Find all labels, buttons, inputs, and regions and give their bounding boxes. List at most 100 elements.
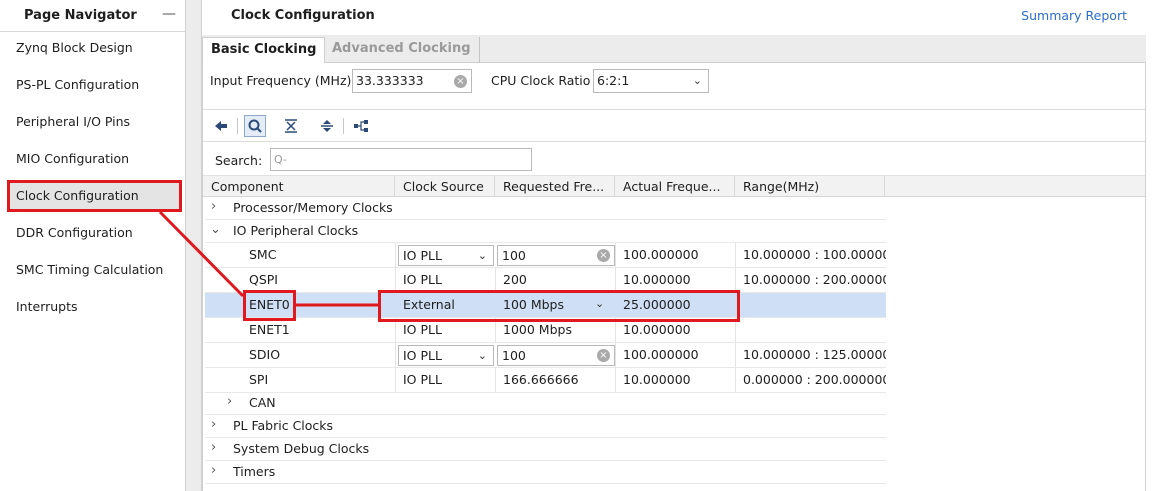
actual-frequency: 10.000000 xyxy=(623,372,691,387)
requested-frequency-value: 100 xyxy=(502,348,526,363)
basic-clocking-content: Input Frequency (MHz) 33.333333 × CPU Cl… xyxy=(202,63,1146,491)
expand-all-icon[interactable] xyxy=(316,115,338,137)
page-title: Clock Configuration xyxy=(231,8,375,23)
clear-icon[interactable]: × xyxy=(597,249,610,262)
nav-item-interrupts[interactable]: Interrupts xyxy=(8,293,180,321)
collapse-all-icon[interactable] xyxy=(280,115,302,137)
cell-divider xyxy=(615,243,616,267)
table-header: Component Clock Source Requested Fre... … xyxy=(203,175,1145,197)
table-row[interactable]: SPI IO PLL 166.666666 10.000000 0.000000… xyxy=(205,368,886,393)
range-value: 10.000000 : 200.000000 xyxy=(743,272,886,287)
row-component: ENET1 xyxy=(249,322,290,337)
table-row[interactable]: › Timers xyxy=(205,460,886,484)
actual-frequency: 100.000000 xyxy=(623,347,699,362)
nav-item-smc-timing-calculation[interactable]: SMC Timing Calculation xyxy=(8,256,180,284)
table-row[interactable]: › PL Fabric Clocks xyxy=(205,414,886,438)
navigator-header: Page Navigator — xyxy=(0,0,185,32)
navigator-title: Page Navigator xyxy=(24,8,137,23)
chevron-right-icon[interactable]: › xyxy=(211,196,216,220)
actual-frequency: 100.000000 xyxy=(623,247,699,262)
chevron-right-icon[interactable]: › xyxy=(211,437,216,461)
toolbar-separator xyxy=(343,118,344,134)
annotation-box-nav xyxy=(7,180,182,212)
cell-divider xyxy=(615,368,616,392)
panel-splitter[interactable] xyxy=(186,0,202,491)
row-component: SDIO xyxy=(249,347,281,362)
requested-frequency-value: 166.666666 xyxy=(503,372,579,387)
cell-divider xyxy=(735,243,736,267)
clock-configuration-panel: Clock Configuration Summary Report Basic… xyxy=(202,0,1156,491)
nav-item-peripheral-io-pins[interactable]: Peripheral I/O Pins xyxy=(8,108,180,136)
row-component: PL Fabric Clocks xyxy=(233,418,334,433)
nav-item-zynq-block-design[interactable]: Zynq Block Design xyxy=(8,34,180,62)
column-header-requested-frequency[interactable]: Requested Fre... xyxy=(495,176,615,197)
nav-item-ddr-configuration[interactable]: DDR Configuration xyxy=(8,219,180,247)
tab-basic-clocking[interactable]: Basic Clocking xyxy=(202,37,326,63)
chevron-right-icon[interactable]: › xyxy=(227,391,232,415)
chevron-down-icon[interactable]: ⌄ xyxy=(210,219,221,243)
chevron-right-icon[interactable]: › xyxy=(211,414,216,438)
table-row[interactable]: SMC IO PLL ⌄ 100 × 100.000000 10.000000 … xyxy=(205,243,886,268)
search-icon[interactable] xyxy=(244,115,266,137)
input-frequency-field[interactable]: 33.333333 × xyxy=(352,69,472,93)
cell-divider xyxy=(615,343,616,367)
table-toolbar xyxy=(203,109,1145,142)
table-row[interactable]: SDIO IO PLL ⌄ 100 × 100.000000 10.000000… xyxy=(205,343,886,368)
row-component: System Debug Clocks xyxy=(233,441,370,456)
column-header-range[interactable]: Range(MHz) xyxy=(735,176,885,197)
cpu-clock-ratio-select[interactable]: 6:2:1 ⌄ xyxy=(593,69,709,93)
table-row[interactable]: ⌄ IO Peripheral Clocks xyxy=(205,219,886,243)
cell-divider xyxy=(735,343,736,367)
row-component: IO Peripheral Clocks xyxy=(233,223,359,238)
clear-icon[interactable]: × xyxy=(454,75,467,88)
table-row[interactable]: › CAN xyxy=(205,391,886,415)
requested-frequency-input[interactable]: 100 × xyxy=(497,245,615,266)
row-component: QSPI xyxy=(249,272,278,287)
search-placeholder: Q- xyxy=(274,153,287,166)
tab-advanced-clocking[interactable]: Advanced Clocking xyxy=(324,37,480,63)
input-frequency-label: Input Frequency (MHz) xyxy=(210,73,352,88)
cell-divider xyxy=(395,343,396,367)
toolbar-separator xyxy=(237,118,238,134)
table-row[interactable]: › System Debug Clocks xyxy=(205,437,886,461)
cpu-clock-ratio-label: CPU Clock Ratio xyxy=(491,73,591,88)
cell-divider xyxy=(395,368,396,392)
row-component: CAN xyxy=(249,395,276,410)
range-value: 10.000000 : 125.000000 xyxy=(743,347,886,362)
column-header-clock-source[interactable]: Clock Source xyxy=(395,176,495,197)
row-component: SMC xyxy=(249,247,277,262)
chevron-down-icon: ⌄ xyxy=(477,349,487,362)
chevron-down-icon: ⌄ xyxy=(692,74,702,87)
cell-divider xyxy=(735,268,736,292)
clock-source-select[interactable]: IO PLL ⌄ xyxy=(398,345,494,366)
page-navigator: Page Navigator — Zynq Block Design PS-PL… xyxy=(0,0,186,491)
requested-frequency-input[interactable]: 100 × xyxy=(497,345,615,366)
minimize-icon[interactable]: — xyxy=(162,6,176,22)
tab-bar: Basic Clocking Advanced Clocking xyxy=(202,35,1146,63)
actual-frequency: 10.000000 xyxy=(623,272,691,287)
nav-item-ps-pl-configuration[interactable]: PS-PL Configuration xyxy=(8,71,180,99)
hierarchy-icon[interactable] xyxy=(350,115,372,137)
summary-report-link[interactable]: Summary Report xyxy=(1021,8,1127,23)
search-label: Search: xyxy=(215,153,263,168)
annotation-box-enet0 xyxy=(243,290,296,321)
nav-item-mio-configuration[interactable]: MIO Configuration xyxy=(8,145,180,173)
clear-icon[interactable]: × xyxy=(597,349,610,362)
table-row[interactable]: › Processor/Memory Clocks xyxy=(205,196,886,220)
clock-source-value: IO PLL xyxy=(403,348,442,363)
requested-frequency-value: 200 xyxy=(503,272,527,287)
clock-source-value: IO PLL xyxy=(403,248,442,263)
search-input[interactable]: Q- xyxy=(270,148,532,171)
column-header-component[interactable]: Component xyxy=(203,176,395,197)
chevron-right-icon[interactable]: › xyxy=(211,460,216,484)
clock-source-select[interactable]: IO PLL ⌄ xyxy=(398,245,494,266)
chevron-down-icon: ⌄ xyxy=(477,249,487,262)
input-frequency-value: 33.333333 xyxy=(356,73,424,88)
column-header-actual-frequency[interactable]: Actual Freque... xyxy=(615,176,735,197)
cell-divider xyxy=(395,268,396,292)
back-icon[interactable] xyxy=(210,115,232,137)
cell-divider xyxy=(495,268,496,292)
requested-frequency-value: 100 xyxy=(502,248,526,263)
annotation-box-enet0-settings xyxy=(378,290,740,322)
range-value: 0.000000 : 200.000000 xyxy=(743,372,886,387)
